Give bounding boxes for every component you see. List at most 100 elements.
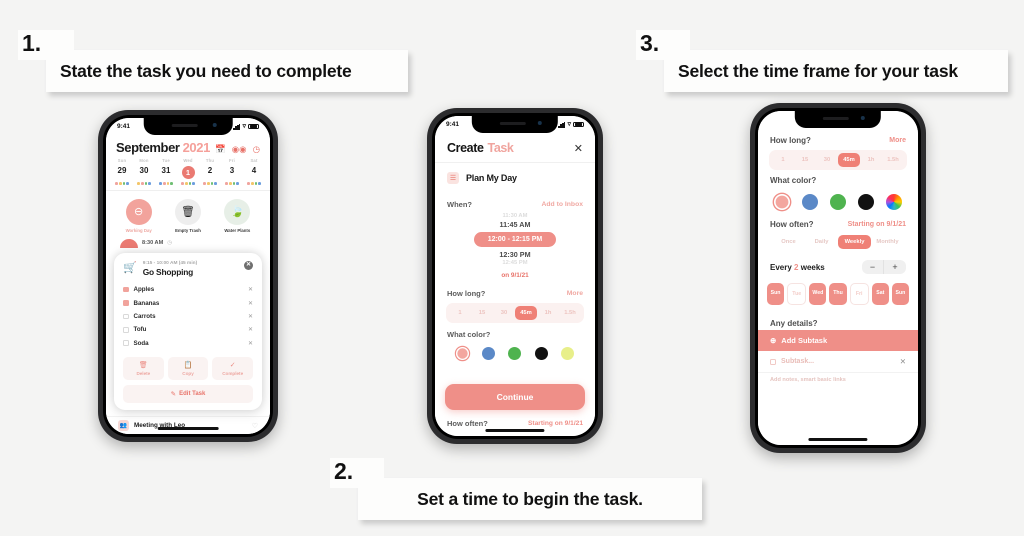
duration-option-selected[interactable]: 45m: [838, 153, 860, 167]
checkbox-icon[interactable]: [123, 313, 129, 320]
copy-button[interactable]: 📋 Copy: [167, 356, 209, 380]
color-swatch-rainbow[interactable]: [886, 194, 902, 210]
weekday-toggle[interactable]: Tue: [787, 283, 807, 305]
trash-icon: 🗑: [138, 361, 148, 369]
time-option-below[interactable]: 12:30 PM: [499, 250, 530, 259]
subtask-input-row[interactable]: Subtask... ✕: [758, 351, 918, 373]
delete-button[interactable]: 🗑 Delete: [123, 356, 164, 380]
next-event-row[interactable]: 8:30 AM ◷: [106, 235, 270, 248]
calendar-date[interactable]: 2: [199, 164, 221, 181]
weekday-toggle[interactable]: Sun: [767, 283, 785, 305]
color-swatch[interactable]: [482, 347, 496, 360]
duration-option[interactable]: 1.5h: [882, 153, 904, 167]
starting-on-label[interactable]: Starting on 9/1/21: [528, 420, 583, 427]
weekday-toggle[interactable]: Fri: [849, 283, 869, 305]
quick-action-working-day[interactable]: ⊖ Working Day: [114, 198, 163, 233]
callout-step-1: 1. State the task you need to complete: [18, 30, 408, 92]
calendar-date[interactable]: 31: [155, 164, 177, 181]
close-icon[interactable]: ✕: [900, 357, 906, 366]
stepper-minus-button[interactable]: −: [862, 260, 884, 274]
starting-on-label[interactable]: Starting on 9/1/21: [848, 221, 906, 228]
callout-step-2: 2. Set a time to begin the task.: [330, 458, 702, 520]
heart-icon[interactable]: ♡: [252, 422, 258, 430]
add-to-inbox-button[interactable]: Add to Inbox: [541, 201, 583, 208]
color-swatch-selected[interactable]: [455, 347, 469, 360]
time-picker-wheel[interactable]: 11:30 AM 11:45 AM 12:00 - 12:15 PM 12:30…: [435, 211, 595, 270]
how-long-more-button[interactable]: More: [889, 137, 906, 144]
weekday-toggle[interactable]: Thu: [829, 283, 847, 305]
frequency-option-selected[interactable]: Weekly: [838, 235, 871, 249]
calendar-date[interactable]: 3: [221, 164, 243, 181]
duration-option[interactable]: 1h: [860, 153, 882, 167]
frequency-option[interactable]: Once: [772, 235, 805, 249]
checkbox-icon[interactable]: [123, 327, 129, 333]
calendar-date[interactable]: 30: [133, 164, 155, 181]
list-item[interactable]: Apples ✕: [123, 283, 253, 296]
remove-icon[interactable]: ✕: [248, 326, 253, 333]
time-option-selected[interactable]: 12:00 - 12:15 PM: [473, 232, 557, 247]
remove-icon[interactable]: ✕: [248, 286, 253, 293]
duration-option[interactable]: 1h: [537, 306, 559, 320]
add-subtask-button[interactable]: ⊕ Add Subtask: [758, 330, 918, 351]
weekday-toggle[interactable]: Sun: [891, 283, 909, 305]
frequency-option[interactable]: Daily: [805, 235, 838, 249]
binoculars-icon[interactable]: ◉◉: [232, 145, 247, 154]
color-swatch[interactable]: [830, 194, 846, 210]
complete-button[interactable]: ✓ Complete: [212, 356, 254, 380]
duration-option[interactable]: 1: [772, 153, 794, 167]
duration-option-selected[interactable]: 45m: [515, 306, 537, 320]
remove-icon[interactable]: ✕: [248, 340, 253, 347]
calendar-date[interactable]: 4: [243, 164, 265, 181]
checkbox-icon[interactable]: [770, 358, 776, 365]
frequency-option[interactable]: Monthly: [871, 235, 904, 249]
bottom-event-row[interactable]: 👥 Meeting with Leo ♡: [106, 416, 270, 434]
checkbox-icon[interactable]: [123, 340, 129, 346]
color-swatch-selected[interactable]: [774, 194, 790, 210]
duration-option[interactable]: 15: [471, 306, 493, 320]
cellular-signal-icon: [558, 121, 566, 128]
duration-option[interactable]: 15: [794, 153, 816, 167]
remove-icon[interactable]: ✕: [248, 300, 253, 307]
duration-option[interactable]: 1: [449, 306, 471, 320]
calendar-date[interactable]: 29: [111, 164, 133, 181]
time-option-far-below[interactable]: 12:45 PM: [502, 260, 527, 266]
continue-button[interactable]: Continue: [445, 384, 585, 410]
list-item[interactable]: Tofu ✕: [123, 323, 253, 336]
quick-action-water-plants[interactable]: 🍃 Water Plants: [213, 198, 262, 233]
close-icon[interactable]: ✕: [574, 142, 583, 155]
on-date-value[interactable]: 9/1/21: [511, 272, 529, 279]
duration-option[interactable]: 1.5h: [559, 306, 581, 320]
duration-option[interactable]: 30: [816, 153, 838, 167]
color-swatch[interactable]: [508, 347, 522, 360]
remove-icon[interactable]: ✕: [248, 313, 253, 320]
task-name-row[interactable]: ☰ Plan My Day: [435, 163, 595, 193]
close-icon[interactable]: ✕: [244, 261, 253, 270]
color-swatch[interactable]: [561, 347, 575, 360]
calendar-date-selected[interactable]: 1: [177, 164, 199, 181]
phone-2-notch: [471, 116, 559, 133]
subtask-input-placeholder[interactable]: Subtask...: [781, 358, 814, 365]
weekday-toggle[interactable]: Wed: [809, 283, 827, 305]
color-swatch[interactable]: [802, 194, 818, 210]
time-option-far-above[interactable]: 11:30 AM: [503, 213, 528, 219]
how-often-question: How often?: [447, 419, 488, 428]
checkbox-icon[interactable]: [123, 286, 129, 293]
color-swatch[interactable]: [858, 194, 874, 210]
pencil-circle-icon: ✎: [170, 390, 177, 398]
color-swatch[interactable]: [534, 347, 548, 360]
stepper-plus-button[interactable]: +: [884, 260, 906, 274]
quick-action-empty-trash[interactable]: 🗑 Empty Trash: [164, 198, 213, 233]
list-item[interactable]: Bananas ✕: [123, 296, 253, 309]
weekday-toggle[interactable]: Sat: [871, 283, 889, 305]
phone-3-bezel: How long? More 1 15 30 45m 1h 1.5h What …: [755, 108, 921, 448]
list-item[interactable]: Carrots ✕: [123, 310, 253, 323]
edit-task-button[interactable]: ✎ Edit Task: [123, 384, 253, 403]
how-long-more-button[interactable]: More: [567, 290, 583, 297]
phone-mockup-1: 9:41 ▿ September 2021 📅 ◉◉ ◷ Sun Mon Tue…: [98, 110, 278, 442]
clock-icon[interactable]: ◷: [253, 145, 260, 154]
time-option-above[interactable]: 11:45 AM: [500, 220, 531, 229]
checkbox-icon[interactable]: [123, 300, 129, 306]
calendar-icon[interactable]: 📅: [215, 145, 226, 154]
duration-option[interactable]: 30: [493, 306, 515, 320]
list-item[interactable]: Soda ✕: [123, 337, 253, 350]
